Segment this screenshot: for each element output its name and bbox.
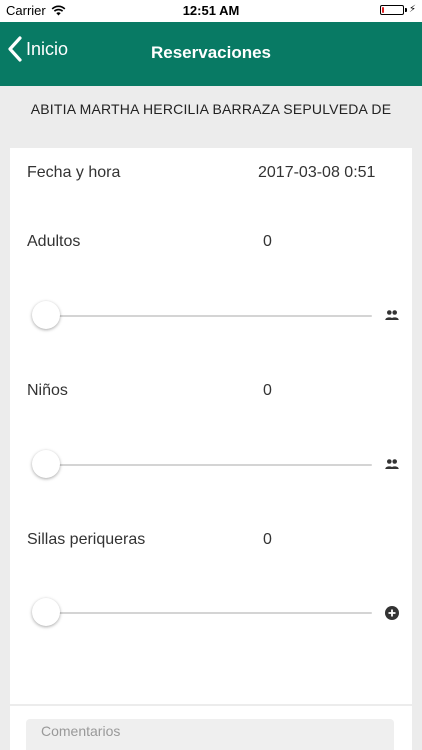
battery-fill <box>381 7 384 13</box>
high-chairs-value: 0 <box>263 531 272 548</box>
high-chairs-slider[interactable] <box>32 598 372 628</box>
adults-slider-thumb[interactable] <box>32 301 60 329</box>
adults-value: 0 <box>263 233 272 250</box>
children-value: 0 <box>263 382 272 399</box>
battery-indicator: ⚡ <box>379 4 416 15</box>
children-slider-track[interactable] <box>46 464 372 466</box>
customer-name: ABITIA MARTHA HERCILIA BARRAZA SEPULVEDA… <box>30 101 392 117</box>
plus-circle-icon[interactable] <box>385 606 399 620</box>
people-icon <box>385 310 399 320</box>
adults-slider[interactable] <box>32 301 372 331</box>
navigation-bar: Inicio Reservaciones <box>0 22 422 86</box>
high-chairs-label: Sillas periqueras <box>27 531 146 548</box>
battery-tip <box>404 8 407 12</box>
children-slider[interactable] <box>32 450 372 480</box>
battery-icon <box>379 5 404 15</box>
adults-label: Adultos <box>27 233 81 250</box>
datetime-value[interactable]: 2017-03-08 0:51 <box>258 164 375 182</box>
people-icon <box>385 459 399 469</box>
datetime-label: Fecha y hora <box>27 164 121 181</box>
status-time: 12:51 AM <box>182 3 240 18</box>
status-bar: Carrier 12:51 AM ⚡ <box>0 0 422 22</box>
children-slider-thumb[interactable] <box>32 450 60 478</box>
children-label: Niños <box>27 382 68 399</box>
reservations-screen: Carrier 12:51 AM ⚡ Inicio Reservaciones … <box>0 0 422 750</box>
adults-slider-track[interactable] <box>46 315 372 317</box>
reservation-form-card: Fecha y hora 2017-03-08 0:51 Adultos 0 N… <box>10 148 412 704</box>
high-chairs-slider-thumb[interactable] <box>32 598 60 626</box>
charging-bolt-icon: ⚡ <box>408 4 416 15</box>
page-title: Reservaciones <box>150 43 272 62</box>
comments-input[interactable] <box>26 719 394 750</box>
high-chairs-slider-track[interactable] <box>46 612 372 614</box>
